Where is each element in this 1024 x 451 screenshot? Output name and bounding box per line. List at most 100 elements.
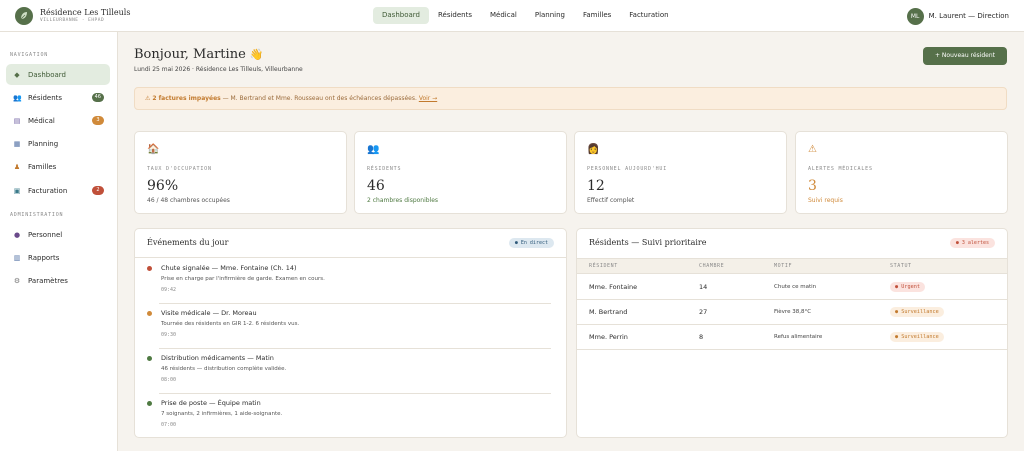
events-title: Événements du jour: [147, 238, 229, 247]
alert-text: — M. Bertrand et Mme. Rousseau ont des é…: [220, 95, 419, 102]
page-subtitle: Lundi 25 mai 2026 · Résidence Les Tilleu…: [134, 66, 303, 73]
gear-icon: ⚙: [13, 276, 21, 285]
sidebar-item-familles[interactable]: ♟ Familles: [6, 156, 110, 177]
warning-icon: ⚠: [808, 144, 817, 155]
leaf-logo-icon[interactable]: [15, 7, 33, 25]
live-badge: ● En direct: [508, 238, 554, 248]
stat-sub: 46 / 48 chambres occupées: [147, 197, 230, 204]
new-resident-button[interactable]: + Nouveau résident: [923, 47, 1007, 65]
residents-count-badge: 46: [91, 93, 104, 102]
resident-room: 14: [699, 283, 708, 291]
sidebar-item-planning[interactable]: ▦ Planning: [6, 133, 110, 154]
column-header: MOTIF: [774, 263, 793, 269]
sidebar-section-administration: ADMINISTRATION: [10, 212, 64, 218]
sidebar-item-residents[interactable]: 👥 Résidents 46: [6, 87, 110, 108]
stat-label: TAUX D'OCCUPATION: [147, 166, 212, 172]
sidebar-item-parametres[interactable]: ⚙ Paramètres: [6, 270, 110, 291]
sidebar-item-label: Facturation: [28, 186, 68, 195]
event-dot: [147, 311, 152, 316]
topnav-medical[interactable]: Médical: [481, 7, 526, 24]
diamond-icon: ◆: [14, 70, 20, 79]
resident-reason: Fièvre 38,8°C: [774, 309, 812, 315]
stat-label: PERSONNEL AUJOURD'HUI: [587, 166, 668, 172]
status-badge: ● Urgent: [890, 282, 925, 292]
table-header: RÉSIDENT CHAMBRE MOTIF STATUT: [577, 258, 1007, 274]
greeting-text: Bonjour, Martine: [134, 47, 246, 62]
resident-name: Mme. Perrin: [589, 333, 628, 341]
calendar-icon: ▦: [13, 139, 21, 148]
stat-value: 96%: [147, 178, 179, 194]
user-menu[interactable]: ML M. Laurent — Direction: [906, 7, 1009, 25]
sidebar-item-label: Rapports: [28, 253, 60, 262]
event-dot: [147, 401, 152, 406]
people-icon: 👥: [13, 93, 22, 102]
sidebar-item-label: Planning: [28, 139, 59, 148]
sidebar-item-label: Dashboard: [28, 70, 66, 79]
status-badge: ● Surveillance: [890, 332, 944, 342]
event-dot: [147, 266, 152, 271]
stat-value: 3: [808, 178, 817, 194]
resident-reason: Chute ce matin: [774, 284, 817, 290]
table-row[interactable]: Mme. Fontaine 14 Chute ce matin ● Urgent: [577, 275, 1007, 300]
topnav-residents[interactable]: Résidents: [429, 7, 481, 24]
brand-subtitle: VILLEURBANNE · EHPAD: [40, 18, 105, 23]
stat-sub: 2 chambres disponibles: [367, 197, 439, 204]
user-name[interactable]: M. Laurent — Direction: [929, 12, 1009, 20]
event-time: 07:00: [161, 422, 177, 428]
alert-view-link[interactable]: Voir →: [419, 95, 437, 102]
waving-hand-icon: 👋: [249, 48, 264, 61]
divider: [135, 257, 566, 258]
event-title: Visite médicale — Dr. Moreau: [161, 309, 257, 317]
sidebar-item-medical[interactable]: ▤ Médical 3: [6, 110, 110, 131]
table-row[interactable]: M. Bertrand 27 Fièvre 38,8°C ● Surveilla…: [577, 300, 1007, 325]
stat-card-staff: 👩 PERSONNEL AUJOURD'HUI 12 Effectif comp…: [574, 131, 787, 214]
event-item[interactable]: Visite médicale — Dr. Moreau Tournée des…: [147, 304, 551, 349]
event-time: 09:30: [161, 332, 177, 338]
family-icon: ♟: [13, 162, 21, 171]
event-desc: 46 résidents — distribution complète val…: [161, 366, 287, 372]
event-desc: Prise en charge par l'infirmière de gard…: [161, 276, 325, 282]
avatar[interactable]: ML: [906, 7, 924, 25]
sidebar: NAVIGATION ◆ Dashboard 👥 Résidents 46 ▤ …: [0, 32, 118, 451]
stat-card-occupancy: 🏠 TAUX D'OCCUPATION 96% 46 / 48 chambres…: [134, 131, 347, 214]
brand-name: Résidence Les Tilleuls: [40, 8, 131, 17]
event-item[interactable]: Prise de poste — Équipe matin 7 soignant…: [147, 394, 551, 437]
event-item[interactable]: Chute signalée — Mme. Fontaine (Ch. 14) …: [147, 259, 551, 304]
sidebar-item-personnel[interactable]: ● Personnel: [6, 224, 110, 245]
stat-label: ALERTES MÉDICALES: [808, 166, 873, 172]
sidebar-item-label: Paramètres: [28, 276, 68, 285]
sidebar-item-facturation[interactable]: ▣ Facturation 2: [6, 180, 110, 201]
table-row[interactable]: Mme. Perrin 8 Refus alimentaire ● Survei…: [577, 325, 1007, 350]
person-icon: ●: [13, 230, 21, 239]
event-time: 09:42: [161, 287, 177, 293]
resident-room: 27: [699, 308, 708, 316]
status-badge: ● Surveillance: [890, 307, 944, 317]
facturation-alert-badge: 2: [92, 186, 104, 195]
topnav-planning[interactable]: Planning: [526, 7, 574, 24]
resident-reason: Refus alimentaire: [774, 334, 823, 340]
topnav-facturation[interactable]: Facturation: [620, 7, 677, 24]
staff-icon: 👩: [587, 144, 600, 155]
sidebar-section-navigation: NAVIGATION: [10, 52, 49, 58]
people-icon: 👥: [367, 144, 380, 155]
clipboard-icon: ▤: [13, 116, 21, 125]
topnav-dashboard[interactable]: Dashboard: [373, 7, 429, 24]
column-header: STATUT: [890, 263, 912, 269]
topnav-familles[interactable]: Familles: [574, 7, 620, 24]
event-item[interactable]: Distribution médicaments — Matin 46 rési…: [147, 349, 551, 394]
event-dot: [147, 356, 152, 361]
event-title: Distribution médicaments — Matin: [161, 354, 274, 362]
sidebar-item-dashboard[interactable]: ◆ Dashboard: [6, 64, 110, 85]
events-panel: Événements du jour ● En direct Chute sig…: [134, 228, 567, 438]
top-navigation: Dashboard Résidents Médical Planning Fam…: [373, 7, 678, 24]
event-title: Chute signalée — Mme. Fontaine (Ch. 14): [161, 264, 297, 272]
stat-card-residents: 👥 RÉSIDENTS 46 2 chambres disponibles: [354, 131, 567, 214]
resident-room: 8: [699, 333, 704, 341]
house-icon: 🏠: [147, 144, 160, 155]
stat-label: RÉSIDENTS: [367, 166, 402, 172]
sidebar-item-rapports[interactable]: ▥ Rapports: [6, 247, 110, 268]
residents-panel-title: Résidents — Suivi prioritaire: [589, 238, 707, 247]
sidebar-item-label: Personnel: [28, 230, 63, 239]
stat-value: 46: [367, 178, 385, 194]
alerts-badge: ● 3 alertes: [949, 238, 995, 248]
